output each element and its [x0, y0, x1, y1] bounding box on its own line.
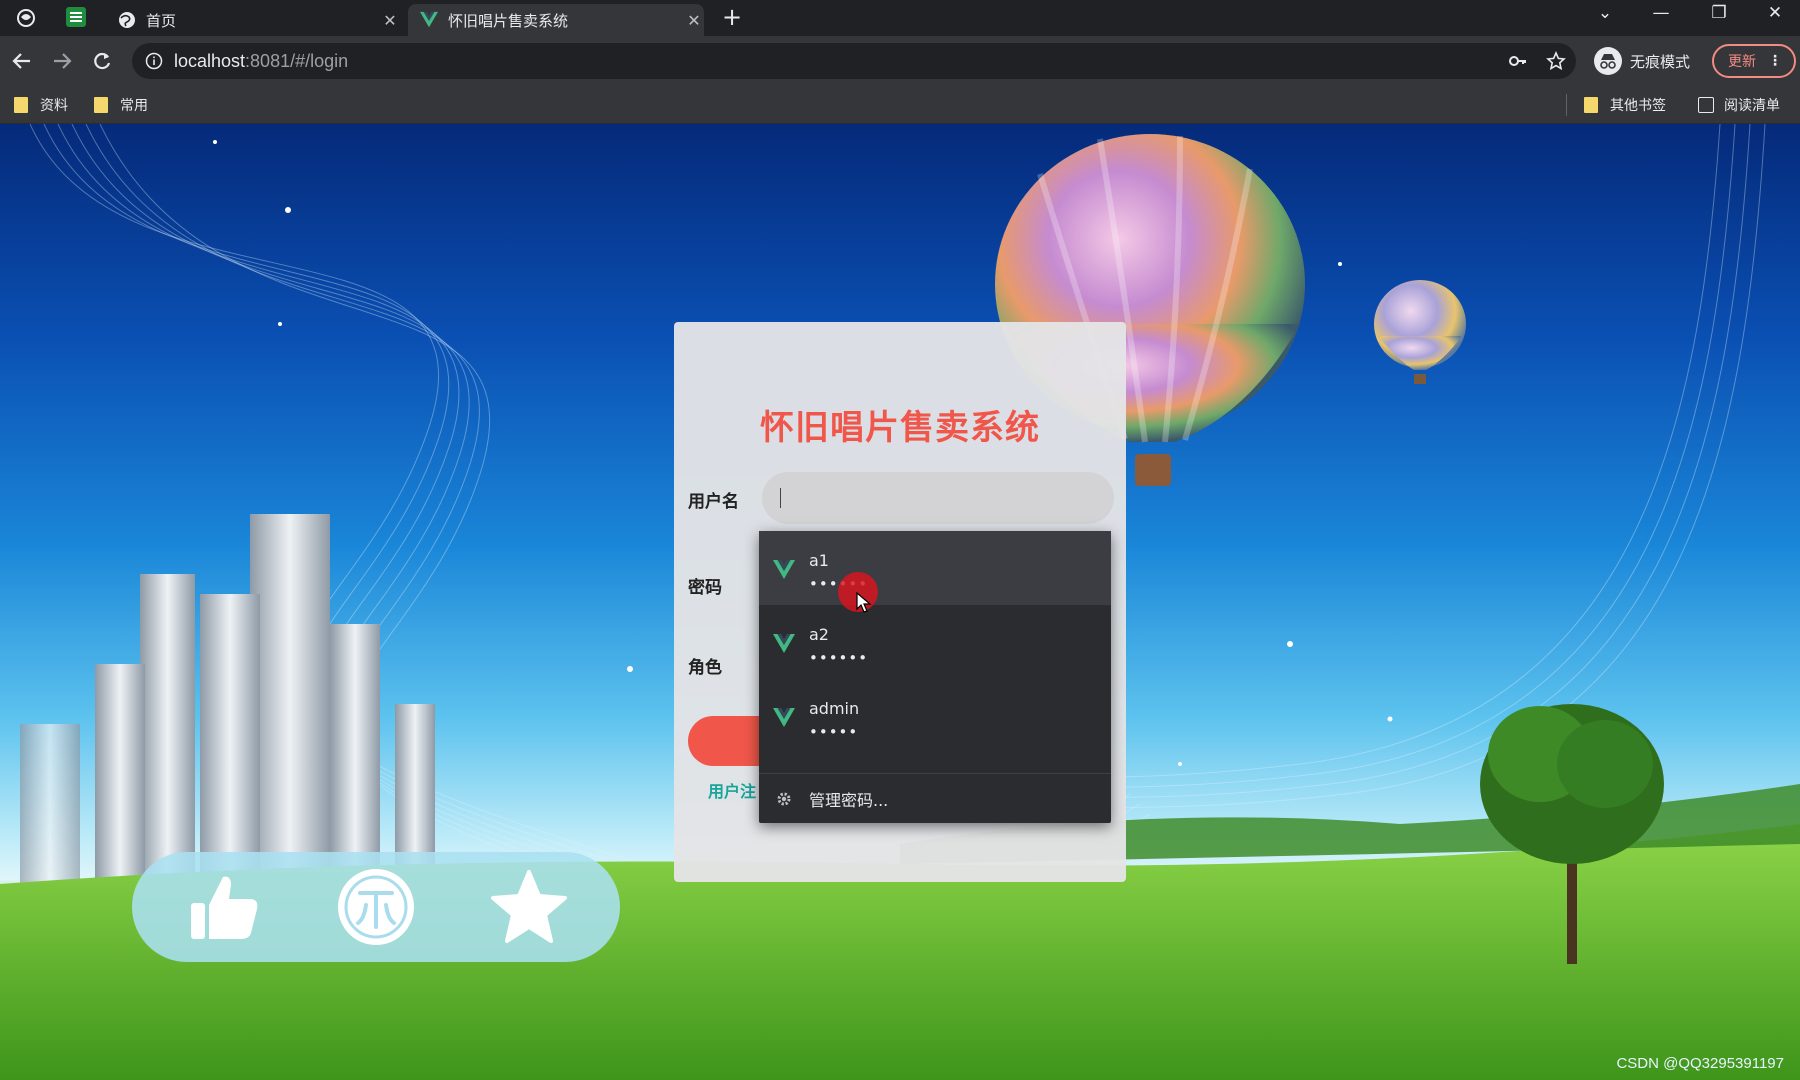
reload-button[interactable]: [88, 47, 116, 75]
manage-passwords-option[interactable]: 管理密码...: [759, 774, 1111, 823]
bookmark-folder-ziliao[interactable]: 资料: [14, 94, 68, 116]
tab-title: 首页: [146, 11, 177, 30]
app-tab-icon[interactable]: [66, 7, 86, 27]
vue-logo-icon: [773, 708, 795, 727]
incognito-indicator[interactable]: 无痕模式: [1594, 43, 1690, 79]
autofill-option[interactable]: a1 ••••••: [759, 531, 1111, 605]
autofill-option[interactable]: admin •••••: [759, 679, 1111, 753]
vue-logo-icon: [773, 560, 795, 579]
browser-toolbar: localhost:8081/#/login 无痕模式 更新 ⋮: [0, 36, 1800, 86]
autofill-username: admin: [809, 699, 860, 718]
folder-icon: [94, 97, 108, 113]
menu-dots-icon[interactable]: ⋮: [1768, 53, 1782, 69]
tab-strip: 首页 ✕ 怀旧唱片售卖系统 ✕ + ⌄ — ❐ ✕: [0, 0, 1800, 36]
vue-logo-icon: [773, 634, 795, 653]
role-label: 角色: [688, 658, 722, 678]
bookmark-label: 资料: [40, 98, 68, 114]
tab-login[interactable]: 怀旧唱片售卖系统 ✕: [408, 4, 704, 36]
url-host: localhost: [174, 50, 246, 71]
bookmarks-divider: [1566, 94, 1567, 116]
folder-icon: [1584, 97, 1598, 113]
autofill-username: a2: [809, 625, 829, 644]
tab-title: 怀旧唱片售卖系统: [448, 11, 569, 30]
coin-button[interactable]: [335, 866, 417, 948]
password-autofill-dropdown: a1 •••••• a2 •••••• admin ••••• 管理密码...: [759, 531, 1111, 823]
back-arrow-icon: [12, 53, 30, 69]
new-tab-button[interactable]: +: [718, 4, 746, 32]
back-button[interactable]: [8, 47, 36, 75]
favorite-button[interactable]: [488, 866, 570, 948]
forward-arrow-icon: [54, 53, 72, 69]
site-info-icon[interactable]: [144, 51, 164, 71]
password-label: 密码: [688, 578, 722, 598]
reload-icon: [94, 52, 111, 70]
autofill-password: ••••••: [809, 649, 869, 667]
text-caret: [780, 488, 781, 508]
close-window-button[interactable]: ✕: [1752, 0, 1798, 28]
autofill-password: •••••: [809, 723, 859, 741]
globe-icon: [118, 11, 136, 29]
url-text: localhost:8081/#/login: [174, 51, 348, 72]
manage-passwords-label: 管理密码...: [809, 790, 889, 810]
bookmark-star-icon[interactable]: [1546, 51, 1566, 71]
tab-search-icon[interactable]: [14, 6, 38, 30]
tab-search-chevron-icon[interactable]: ⌄: [1582, 0, 1628, 28]
tab-close-icon[interactable]: ✕: [684, 11, 704, 30]
tab-close-icon[interactable]: ✕: [380, 11, 400, 30]
coin-icon: [338, 869, 414, 945]
mouse-cursor-icon: [856, 592, 872, 613]
reading-list-label: 阅读清单: [1724, 98, 1780, 114]
folder-icon: [14, 97, 28, 113]
autofill-option[interactable]: a2 ••••••: [759, 605, 1111, 679]
tab-home[interactable]: 首页 ✕: [106, 4, 400, 36]
restore-button[interactable]: ❐: [1696, 0, 1742, 28]
star-icon: [491, 870, 567, 943]
reading-list[interactable]: 阅读清单: [1698, 94, 1780, 116]
username-label: 用户名: [688, 492, 739, 512]
login-title: 怀旧唱片售卖系统: [760, 408, 1040, 448]
update-button[interactable]: 更新 ⋮: [1712, 44, 1796, 78]
username-input[interactable]: [762, 472, 1114, 524]
url-path: :8081/#/login: [245, 50, 349, 71]
other-bookmarks-label: 其他书签: [1610, 98, 1666, 114]
watermark: CSDN @QQ3295391197: [1616, 1055, 1784, 1072]
bookmarks-bar: 资料 常用 其他书签 阅读清单: [0, 86, 1800, 124]
vue-logo-icon: [420, 11, 438, 29]
minimize-button[interactable]: —: [1638, 0, 1684, 28]
reading-list-icon: [1698, 97, 1714, 113]
like-button[interactable]: [182, 866, 264, 948]
incognito-label: 无痕模式: [1630, 52, 1691, 71]
key-icon[interactable]: [1508, 51, 1528, 71]
update-label: 更新: [1728, 54, 1756, 70]
gear-icon: [775, 790, 793, 808]
incognito-icon: [1594, 47, 1622, 75]
bookmark-label: 常用: [120, 98, 148, 114]
autofill-username: a1: [809, 551, 829, 570]
forward-button[interactable]: [48, 47, 76, 75]
register-link[interactable]: 用户注: [708, 778, 756, 802]
action-panel: [132, 852, 620, 962]
bookmark-folder-changyong[interactable]: 常用: [94, 94, 148, 116]
thumbs-up-icon: [191, 876, 258, 939]
address-bar[interactable]: localhost:8081/#/login: [132, 43, 1576, 79]
login-page: 怀旧唱片售卖系统 用户名 密码 角色 用户注 a1 •••••• a2 ••••…: [0, 124, 1800, 1080]
other-bookmarks[interactable]: 其他书签: [1584, 94, 1666, 116]
